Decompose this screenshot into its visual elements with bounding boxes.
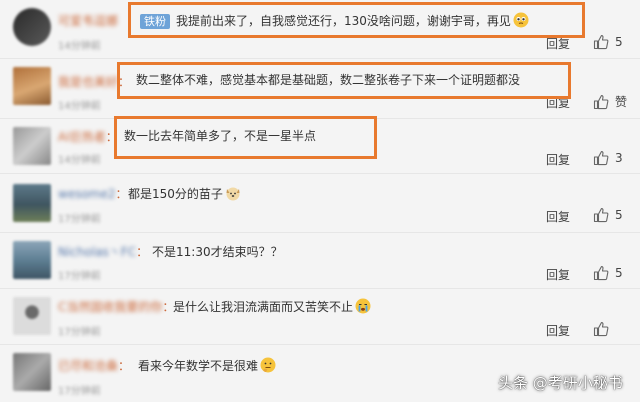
comment-item: wesome2： 17分钟前 都是150分的苗子 回复 5 [0,174,640,232]
comment-item: C当然固收我要的你： 17分钟前 是什么让我泪流满面而又苦笑不止 回复 [0,289,640,344]
comment-time: 17分钟前 [58,327,101,338]
avatar[interactable] [13,184,51,222]
thumbs-up-icon [593,265,609,281]
crying-emoji-icon [355,298,371,314]
avatar[interactable] [13,127,51,165]
like-count: 赞 [615,95,628,109]
comment-username[interactable]: 可爱韦逗娜 [58,12,118,29]
username-colon: ： [136,245,149,259]
like-count: 5 [615,208,623,222]
like-count: 5 [615,266,623,280]
comment-username[interactable]: wesome2 [58,187,116,201]
comment-username[interactable]: 已尽和沧桑 [58,359,118,373]
comment-username-wrap: 已尽和沧桑： [58,357,130,374]
reply-button[interactable]: 回复 [546,266,570,283]
avatar[interactable] [13,297,51,335]
like-count: 5 [615,35,623,49]
username-colon: ： [118,359,131,373]
watermark: 头条 @考研小秘书 [498,374,623,392]
comment-text-wrap: 看来今年数学不是很难 [138,357,276,374]
comment-item: Nicholas丶FC： 17分钟前 不是11:30才结束吗？？ 回复 5 [0,233,640,288]
like-count: 3 [615,151,623,165]
comment-username[interactable]: AI巨热者 [58,130,106,144]
avatar[interactable] [13,8,51,46]
comment-text: 不是11:30才结束吗？？ [152,245,283,259]
comment-time: 17分钟前 [58,214,101,225]
thinking-emoji-icon [260,357,276,373]
comment-time: 14分钟前 [58,41,101,52]
dog-emoji-icon [226,187,240,201]
avatar[interactable] [13,353,51,391]
highlight-box [128,2,585,38]
comment-username-wrap: Nicholas丶FC： [58,243,148,260]
comment-username[interactable]: C当然固收我要的你 [58,300,162,314]
comment-time: 14分钟前 [58,155,101,166]
like-button[interactable]: 5 [593,34,623,50]
highlight-box [117,62,571,99]
comment-text: 都是150分的苗子 [128,187,223,201]
comment-text: 是什么让我泪流满面而又苦笑不止 [173,300,354,314]
thumbs-up-icon [593,94,609,109]
comment-username[interactable]: 我是也美好 [58,75,118,89]
like-button[interactable]: 5 [593,207,623,223]
comment-text: 看来今年数学不是很难 [138,359,259,373]
avatar[interactable] [13,241,51,279]
comment-username-wrap: wesome2： [58,185,128,202]
reply-button[interactable]: 回复 [546,322,570,339]
comment-username[interactable]: Nicholas丶FC [58,245,136,259]
comment-time: 17分钟前 [58,386,101,397]
thumbs-up-icon [593,34,609,50]
reply-button[interactable]: 回复 [546,208,570,225]
comment-text-wrap: 是什么让我泪流满面而又苦笑不止 [173,298,371,315]
like-button[interactable] [593,321,615,337]
thumbs-up-icon [593,321,609,337]
comment-time: 14分钟前 [58,101,101,112]
reply-button[interactable]: 回复 [546,151,570,168]
like-button[interactable]: 5 [593,265,623,281]
avatar[interactable] [13,67,51,105]
comment-username-wrap: AI巨热者： [58,128,118,145]
like-button[interactable]: 3 [593,150,623,166]
comment-username-wrap: C当然固收我要的你： [58,298,174,315]
comment-time: 17分钟前 [58,271,101,282]
like-button[interactable]: 赞 [593,93,627,110]
username-colon: ： [115,187,128,201]
thumbs-up-icon [593,207,609,223]
highlight-box [114,116,377,159]
thumbs-up-icon [593,150,609,166]
comment-text-wrap: 都是150分的苗子 [128,185,241,202]
